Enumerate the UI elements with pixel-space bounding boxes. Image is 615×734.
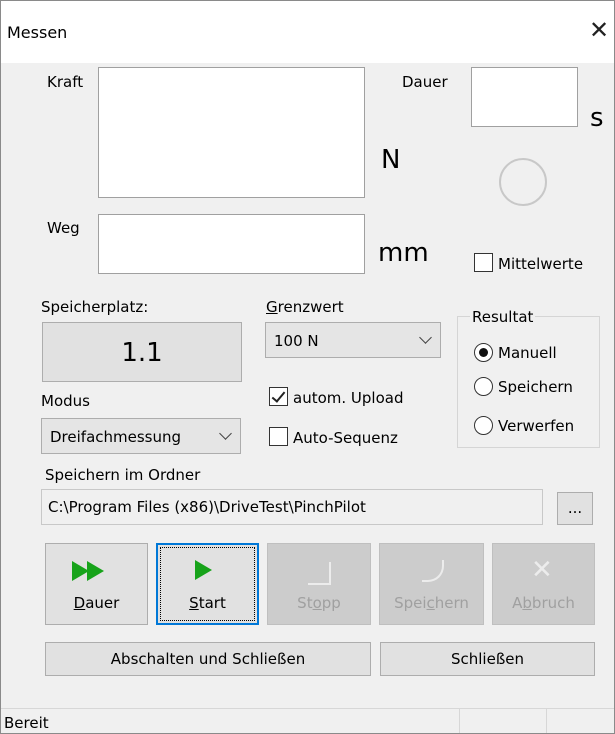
browse-button[interactable]: ... — [557, 492, 593, 525]
kraft-label: Kraft — [47, 73, 84, 91]
grenzwert-select[interactable]: 100 N — [265, 322, 441, 358]
ordner-path: C:\Program Files (x86)\DriveTest\PinchPi… — [48, 498, 366, 516]
speicherplatz-label: Speicherplatz: — [41, 298, 149, 316]
dauer-button[interactable]: Dauer — [45, 543, 148, 625]
cancel-icon: ✕ — [531, 555, 553, 585]
ordner-path-field[interactable]: C:\Program Files (x86)\DriveTest\PinchPi… — [41, 489, 543, 525]
dauer-unit: s — [590, 103, 604, 133]
play-icon — [195, 560, 212, 580]
kraft-display — [98, 67, 365, 198]
speichern-button-label: Speichern — [394, 594, 469, 612]
weg-display — [98, 214, 365, 274]
manuell-label: Manuell — [498, 344, 557, 362]
abbruch-button[interactable]: ✕ Abbruch — [492, 543, 595, 625]
messen-window: Messen ✕ Kraft N Dauer s Weg mm Mittelwe… — [0, 0, 615, 734]
dialog-body: Kraft N Dauer s Weg mm Mittelwerte Speic… — [1, 63, 614, 708]
title-bar: Messen ✕ — [1, 1, 614, 63]
autom-upload-label: autom. Upload — [293, 389, 404, 407]
auto-sequenz-checkbox[interactable] — [269, 427, 288, 446]
chevron-down-icon — [419, 331, 432, 344]
dauer-button-label: Dauer — [73, 594, 120, 612]
abbruch-button-label: Abbruch — [512, 594, 575, 612]
start-button-label: Start — [189, 594, 226, 612]
autom-upload-checkbox[interactable] — [269, 387, 288, 406]
close-icon[interactable]: ✕ — [586, 17, 612, 43]
radio-speichern[interactable] — [474, 377, 493, 396]
save-icon — [422, 560, 444, 582]
grenzwert-selected: 100 N — [274, 332, 319, 350]
status-separator — [459, 709, 460, 733]
dauer-display — [471, 67, 578, 127]
speichern-label: Speichern — [498, 378, 573, 396]
mittelwerte-label: Mittelwerte — [498, 255, 584, 273]
weg-unit: mm — [378, 238, 429, 268]
speichern-button[interactable]: Speichern — [379, 543, 484, 625]
status-separator — [546, 709, 547, 733]
abschalten-button[interactable]: Abschalten und Schließen — [45, 642, 371, 676]
kraft-unit: N — [381, 145, 401, 175]
status-text: Bereit — [4, 714, 49, 732]
stopp-button[interactable]: Stopp — [267, 543, 371, 625]
stopp-button-label: Stopp — [297, 594, 341, 612]
modus-label: Modus — [41, 392, 90, 410]
verwerfen-label: Verwerfen — [498, 417, 575, 435]
window-title: Messen — [7, 23, 68, 42]
resultat-label: Resultat — [470, 308, 536, 326]
stop-icon — [308, 562, 331, 585]
play-icon — [87, 561, 104, 581]
speicherplatz-value: 1.1 — [42, 322, 242, 382]
schliessen-button[interactable]: Schließen — [380, 642, 595, 676]
status-indicator-icon — [499, 158, 547, 206]
auto-sequenz-label: Auto-Sequenz — [293, 429, 398, 447]
weg-label: Weg — [47, 219, 80, 237]
modus-selected: Dreifachmessung — [50, 428, 182, 446]
grenzwert-label: Grenzwert — [266, 298, 344, 316]
mittelwerte-checkbox[interactable] — [474, 253, 493, 272]
radio-verwerfen[interactable] — [474, 416, 493, 435]
chevron-down-icon — [219, 427, 232, 440]
status-bar: Bereit — [1, 708, 614, 733]
ordner-label: Speichern im Ordner — [45, 466, 201, 484]
modus-select[interactable]: Dreifachmessung — [41, 418, 241, 454]
dauer-label: Dauer — [402, 73, 448, 91]
start-button[interactable]: Start — [156, 543, 259, 625]
radio-manuell[interactable] — [474, 343, 493, 362]
